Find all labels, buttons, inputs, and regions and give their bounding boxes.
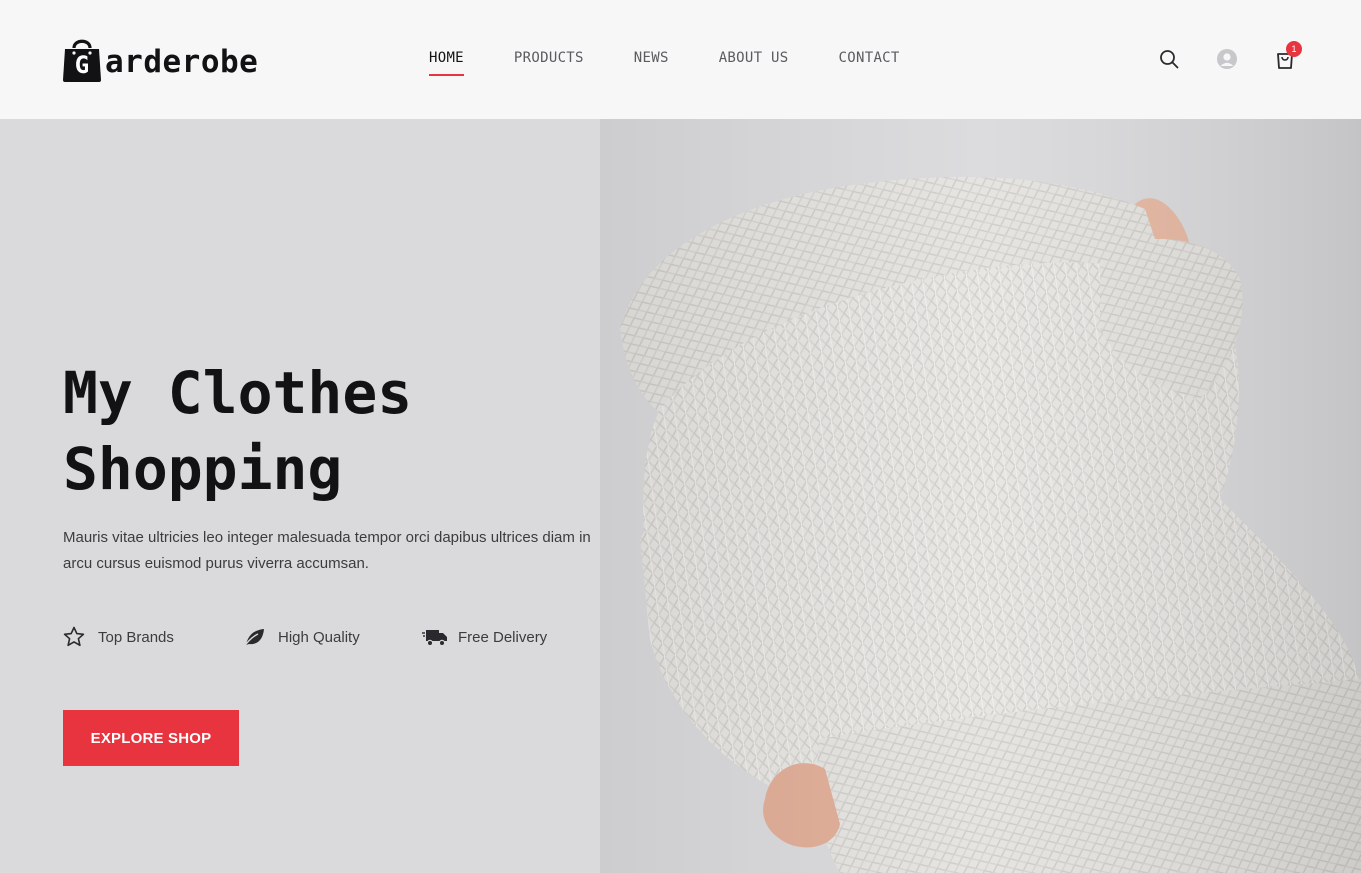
- shopping-bag-logo-icon: G: [62, 36, 102, 82]
- hero-sweater-image: [600, 79, 1361, 873]
- truck-icon: [422, 625, 447, 649]
- site-header: G arderobe HOME PRODUCTS NEWS ABOUT US C…: [0, 0, 1361, 119]
- hero-title: My Clothes Shopping: [63, 355, 623, 507]
- nav-item-news[interactable]: NEWS: [634, 50, 669, 74]
- hero-description: Mauris vitae ultricies leo integer males…: [63, 529, 591, 572]
- search-icon[interactable]: [1158, 48, 1180, 70]
- nav-item-about-us[interactable]: ABOUT US: [719, 50, 789, 74]
- logo-letter: G: [74, 51, 90, 79]
- feature-label: Free Delivery: [458, 628, 548, 646]
- feature-label: High Quality: [278, 628, 360, 646]
- feature-label: Top Brands: [98, 628, 174, 646]
- user-avatar-icon[interactable]: [1217, 49, 1237, 69]
- page: G arderobe HOME PRODUCTS NEWS ABOUT US C…: [0, 0, 1361, 873]
- hero-section: My Clothes Shopping Mauris vitae ultrici…: [0, 79, 1361, 873]
- hero-title-line-1: My Clothes: [63, 359, 413, 427]
- feature-free-delivery: Free Delivery: [422, 625, 547, 649]
- star-icon: [62, 625, 86, 649]
- explore-shop-button[interactable]: EXPLORE SHOP: [63, 710, 239, 766]
- header-actions: 1: [1158, 41, 1308, 74]
- hero-title-line-2: Shopping: [63, 435, 343, 503]
- main-nav: HOME PRODUCTS NEWS ABOUT US CONTACT: [429, 50, 950, 76]
- nav-item-products[interactable]: PRODUCTS: [514, 50, 584, 74]
- logo-text: arderobe: [105, 44, 259, 80]
- logo[interactable]: G arderobe: [62, 36, 258, 82]
- feature-top-brands: Top Brands: [62, 625, 174, 649]
- nav-item-contact[interactable]: CONTACT: [839, 50, 900, 74]
- cart-count-badge: 1: [1286, 41, 1302, 57]
- leaf-icon: [242, 625, 266, 649]
- nav-item-home[interactable]: HOME: [429, 50, 464, 76]
- feature-high-quality: High Quality: [242, 625, 360, 649]
